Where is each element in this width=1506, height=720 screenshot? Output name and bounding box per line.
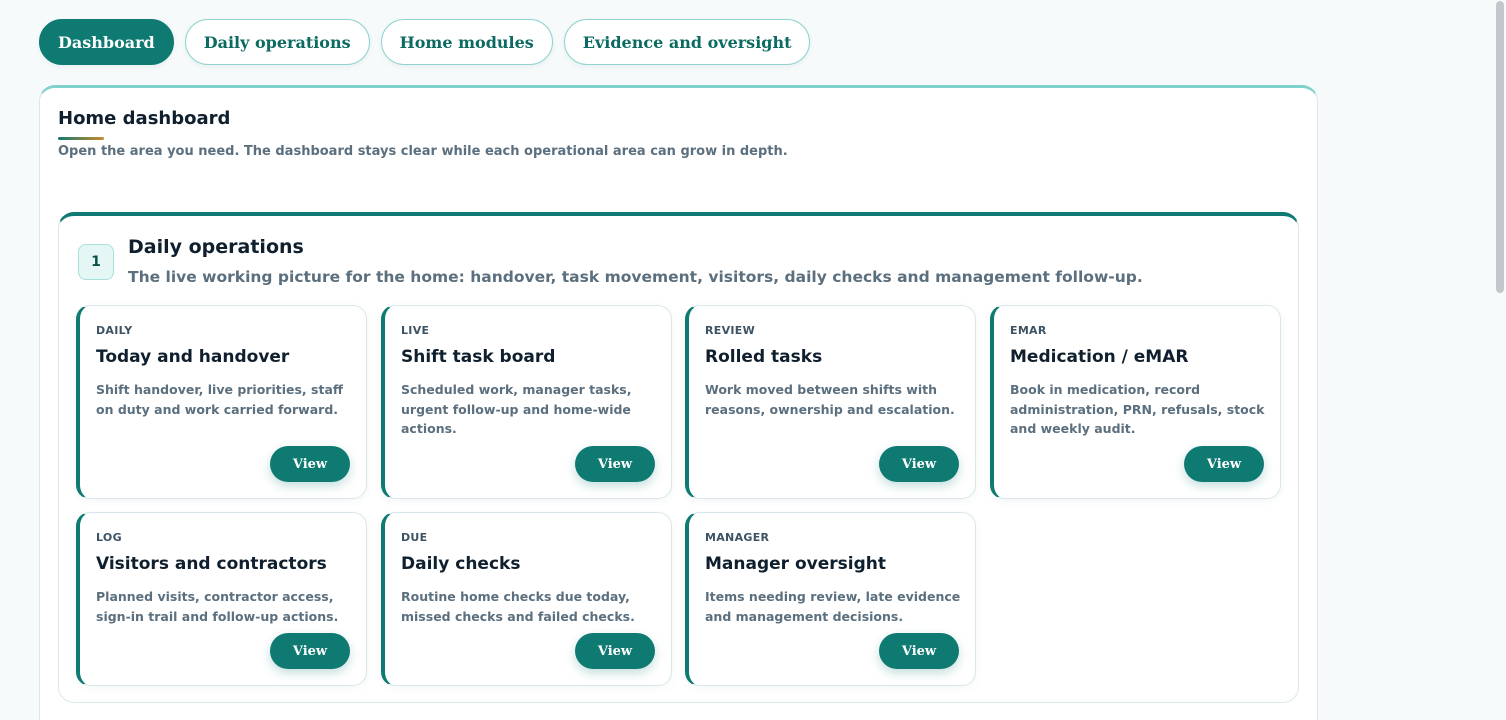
card-tag: EMAR [1010, 324, 1047, 337]
view-button-manager-oversight[interactable]: View [879, 633, 959, 669]
card-manager-oversight: MANAGER Manager oversight Items needing … [685, 512, 976, 686]
card-tag: DAILY [96, 324, 133, 337]
page-scrollbar[interactable] [1494, 0, 1506, 720]
view-button-today-and-handover[interactable]: View [270, 446, 350, 482]
title-underline [58, 137, 104, 140]
view-button-shift-task-board[interactable]: View [575, 446, 655, 482]
card-visitors-and-contractors: LOG Visitors and contractors Planned vis… [76, 512, 367, 686]
card-title: Rolled tasks [705, 347, 823, 367]
card-today-and-handover: DAILY Today and handover Shift handover,… [76, 305, 367, 499]
home-dashboard-panel: Home dashboard Open the area you need. T… [39, 85, 1318, 720]
card-title: Manager oversight [705, 554, 886, 574]
scrollbar-thumb[interactable] [1496, 1, 1504, 293]
section-number-badge: 1 [78, 244, 114, 280]
card-description: Shift handover, live priorities, staff o… [96, 382, 344, 417]
view-button-medication-emar[interactable]: View [1184, 446, 1264, 482]
card-title: Daily checks [401, 554, 521, 574]
card-title: Medication / eMAR [1010, 347, 1189, 367]
card-tag: LOG [96, 531, 122, 544]
tab-evidence-and-oversight[interactable]: Evidence and oversight [563, 19, 811, 65]
card-medication-emar: EMAR Medication / eMAR Book in medicatio… [990, 305, 1281, 499]
daily-operations-section: 1 Daily operations The live working pict… [58, 212, 1299, 703]
card-tag: REVIEW [705, 324, 756, 337]
view-button-visitors-and-contractors[interactable]: View [270, 633, 350, 669]
card-description: Routine home checks due today, missed ch… [401, 589, 635, 624]
top-nav-tabs: Dashboard Daily operations Home modules … [39, 19, 811, 65]
card-description: Work moved between shifts with reasons, … [705, 382, 955, 417]
tab-home-modules[interactable]: Home modules [380, 19, 553, 65]
tab-dashboard[interactable]: Dashboard [39, 19, 174, 65]
section-subtitle: The live working picture for the home: h… [128, 268, 1143, 286]
card-daily-checks: DUE Daily checks Routine home checks due… [381, 512, 672, 686]
card-rolled-tasks: REVIEW Rolled tasks Work moved between s… [685, 305, 976, 499]
page-subtitle: Open the area you need. The dashboard st… [58, 144, 788, 159]
card-title: Today and handover [96, 347, 290, 367]
card-tag: MANAGER [705, 531, 770, 544]
view-button-rolled-tasks[interactable]: View [879, 446, 959, 482]
card-description: Book in medication, record administratio… [1010, 382, 1265, 436]
card-description: Items needing review, late evidence and … [705, 589, 961, 624]
tab-daily-operations[interactable]: Daily operations [184, 19, 370, 65]
card-description: Scheduled work, manager tasks, urgent fo… [401, 382, 632, 436]
card-shift-task-board: LIVE Shift task board Scheduled work, ma… [381, 305, 672, 499]
card-title: Shift task board [401, 347, 556, 367]
card-tag: LIVE [401, 324, 430, 337]
section-title: Daily operations [128, 236, 304, 258]
card-title: Visitors and contractors [96, 554, 327, 574]
card-tag: DUE [401, 531, 428, 544]
view-button-daily-checks[interactable]: View [575, 633, 655, 669]
card-description: Planned visits, contractor access, sign-… [96, 589, 339, 624]
page-title: Home dashboard [58, 108, 231, 129]
